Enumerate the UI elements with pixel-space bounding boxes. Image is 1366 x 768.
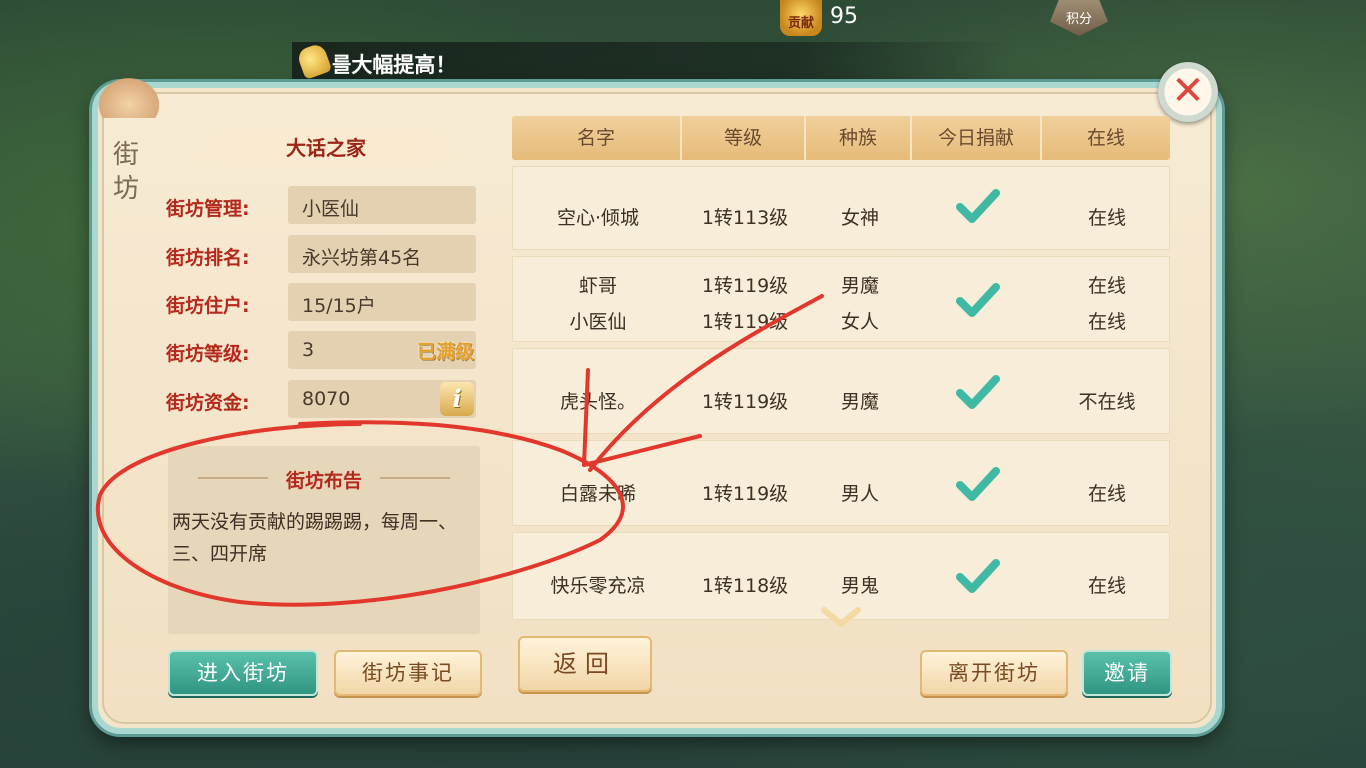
annotation-circle (96, 420, 625, 607)
annotation-overlay (96, 294, 824, 607)
annotation-arrow-line (588, 294, 824, 472)
annotation-arrow-head (582, 368, 702, 467)
